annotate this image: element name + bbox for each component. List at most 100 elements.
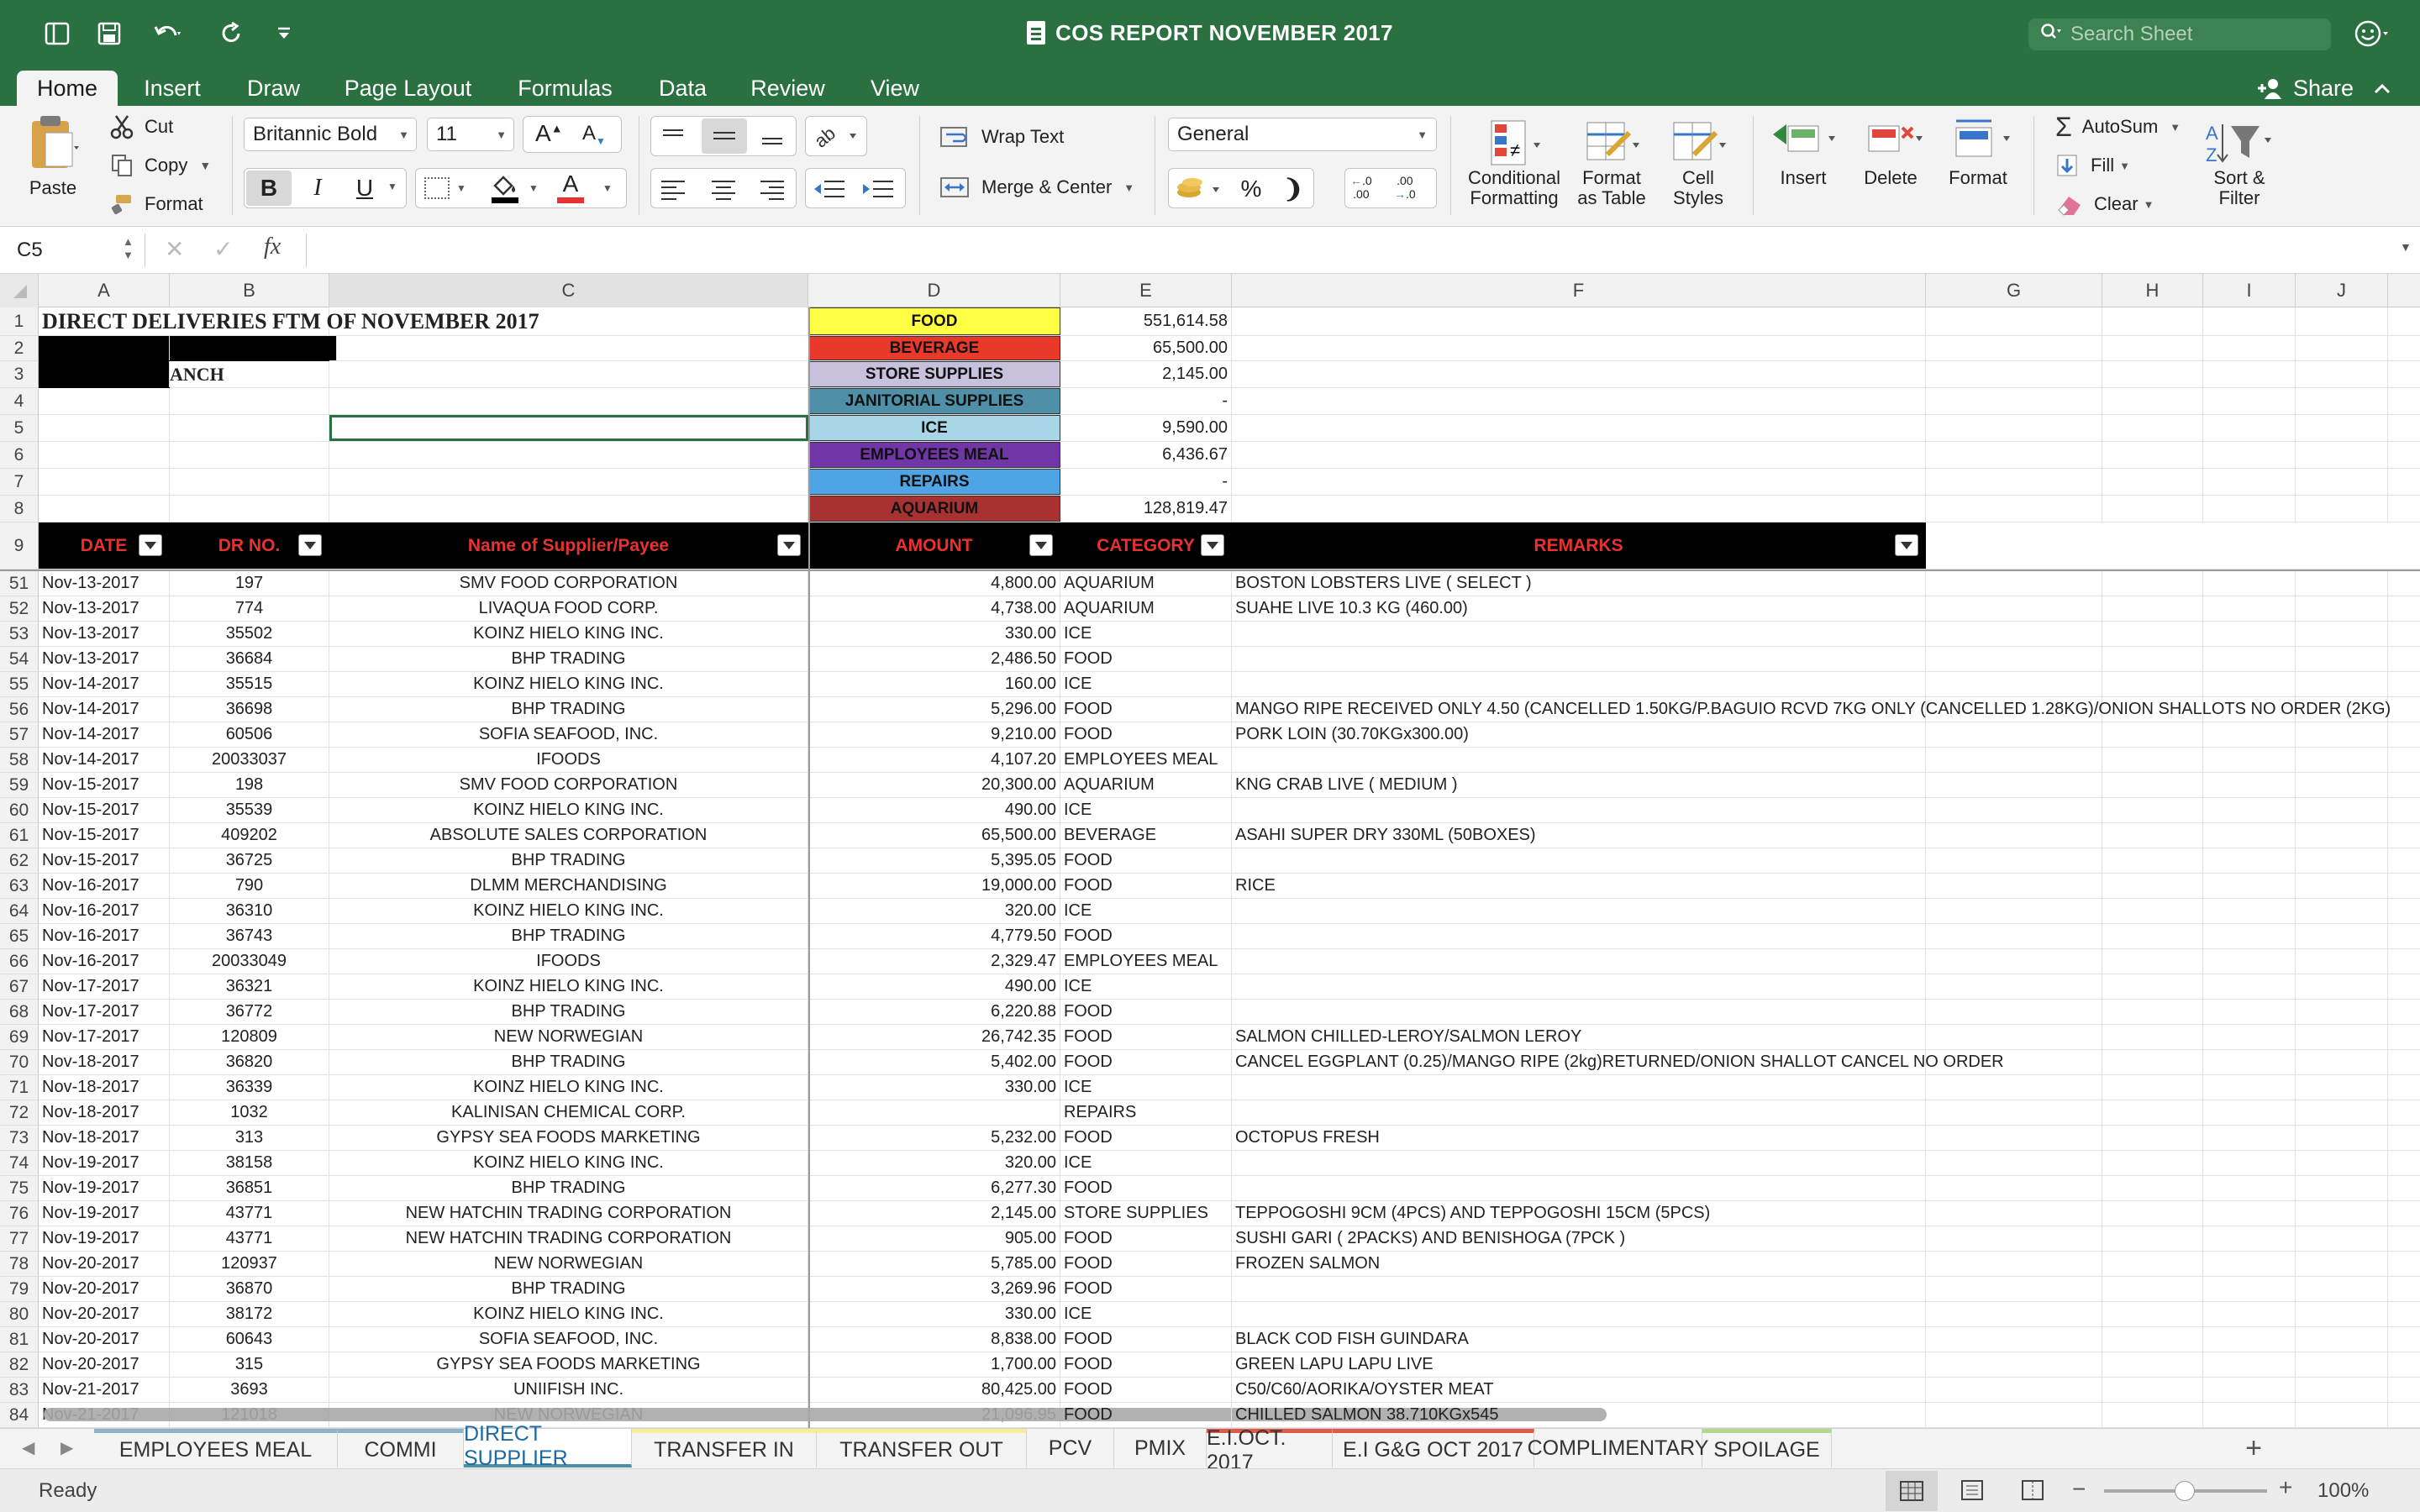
category-cell[interactable]: FOOD xyxy=(1060,1277,1232,1301)
supplier-cell[interactable]: KOINZ HIELO KING INC. xyxy=(329,672,808,696)
date-cell[interactable]: Nov-19-2017 xyxy=(39,1151,170,1175)
amount-cell[interactable]: 6,277.30 xyxy=(808,1176,1060,1200)
date-cell[interactable]: Nov-15-2017 xyxy=(39,798,170,822)
remarks-cell[interactable]: RICE xyxy=(1232,874,1926,898)
cell[interactable] xyxy=(2296,722,2388,747)
remarks-cell[interactable] xyxy=(1232,1151,1926,1175)
cell[interactable] xyxy=(1232,415,1926,441)
cell[interactable] xyxy=(2203,1075,2296,1100)
remarks-cell[interactable]: SALMON CHILLED-LEROY/SALMON LEROY xyxy=(1232,1025,1926,1049)
cell[interactable] xyxy=(2203,823,2296,848)
tab-home[interactable]: Home xyxy=(17,71,118,106)
cell[interactable] xyxy=(2203,469,2296,495)
category-cell[interactable]: ICE xyxy=(1060,672,1232,696)
cell[interactable] xyxy=(2203,1050,2296,1074)
cell[interactable] xyxy=(2296,924,2388,948)
row-header[interactable]: 79 xyxy=(0,1277,39,1302)
cell[interactable] xyxy=(2296,1327,2388,1352)
cell[interactable] xyxy=(2102,672,2203,696)
amount-cell[interactable]: 19,000.00 xyxy=(808,874,1060,898)
align-middle-icon[interactable] xyxy=(702,118,747,154)
cell[interactable] xyxy=(170,496,329,522)
category-label[interactable]: FOOD xyxy=(808,307,1060,335)
cell[interactable] xyxy=(2102,469,2203,495)
cell[interactable] xyxy=(2388,1226,2420,1251)
cell[interactable] xyxy=(2203,388,2296,414)
borders-icon[interactable] xyxy=(424,177,450,199)
cell[interactable] xyxy=(1926,748,2102,772)
row-header[interactable]: 84 xyxy=(0,1403,39,1428)
cell[interactable] xyxy=(2102,1151,2203,1175)
row-header[interactable]: 60 xyxy=(0,798,39,823)
amount-cell[interactable]: 5,402.00 xyxy=(808,1050,1060,1074)
cell[interactable] xyxy=(170,415,329,441)
row-header[interactable]: 66 xyxy=(0,949,39,974)
cell[interactable] xyxy=(2388,1252,2420,1276)
sheet-tab[interactable]: E.I G&G OCT 2017 xyxy=(1333,1429,1534,1467)
category-cell[interactable]: AQUARIUM xyxy=(1060,773,1232,797)
amount-cell[interactable]: 5,232.00 xyxy=(808,1126,1060,1150)
category-cell[interactable]: ICE xyxy=(1060,1151,1232,1175)
formula-input[interactable] xyxy=(316,234,2383,267)
column-header-g[interactable]: G xyxy=(1926,274,2102,307)
tab-formulas[interactable]: Formulas xyxy=(504,71,626,106)
remarks-cell[interactable] xyxy=(1232,647,1926,671)
sheet-tab[interactable]: COMPLIMENTARY xyxy=(1528,1429,1708,1467)
cell[interactable] xyxy=(2388,1100,2420,1125)
category-total[interactable]: 65,500.00 xyxy=(1060,336,1232,360)
remarks-cell[interactable]: ASAHI SUPER DRY 330ML (50BOXES) xyxy=(1232,823,1926,848)
cell[interactable] xyxy=(2102,1302,2203,1326)
cell[interactable] xyxy=(2102,596,2203,621)
selected-cell-c5[interactable] xyxy=(329,415,808,441)
amount-cell[interactable]: 320.00 xyxy=(808,1151,1060,1175)
cell[interactable] xyxy=(2102,1378,2203,1402)
dr-number-cell[interactable]: 38172 xyxy=(170,1302,329,1326)
cell[interactable] xyxy=(329,496,808,522)
dr-number-cell[interactable]: 36339 xyxy=(170,1075,329,1100)
cancel-entry-icon[interactable]: ✕ xyxy=(165,235,184,263)
format-painter-button[interactable]: Format xyxy=(109,192,203,217)
column-header-cell[interactable]: REMARKS xyxy=(1232,522,1926,569)
cell[interactable] xyxy=(2102,773,2203,797)
italic-button[interactable]: I xyxy=(295,171,340,206)
date-cell[interactable]: Nov-13-2017 xyxy=(39,596,170,621)
column-header-h[interactable]: H xyxy=(2102,274,2203,307)
cell[interactable] xyxy=(2102,1176,2203,1200)
column-header-f[interactable]: F xyxy=(1232,274,1926,307)
cell[interactable] xyxy=(39,415,170,441)
cut-button[interactable]: Cut xyxy=(109,114,173,139)
collapse-ribbon-icon[interactable] xyxy=(2372,81,2392,96)
date-cell[interactable]: Nov-20-2017 xyxy=(39,1302,170,1326)
date-cell[interactable]: Nov-14-2017 xyxy=(39,697,170,722)
cell[interactable] xyxy=(2203,1176,2296,1200)
cell[interactable] xyxy=(329,336,337,360)
page-layout-view-icon[interactable] xyxy=(1960,1479,1985,1505)
supplier-cell[interactable]: KOINZ HIELO KING INC. xyxy=(329,899,808,923)
insert-function-button[interactable]: fx xyxy=(264,234,281,260)
supplier-cell[interactable]: NEW HATCHIN TRADING CORPORATION xyxy=(329,1201,808,1226)
cell[interactable] xyxy=(2203,415,2296,441)
cell[interactable] xyxy=(2388,442,2420,468)
cell[interactable] xyxy=(2388,773,2420,797)
row-header[interactable]: 77 xyxy=(0,1226,39,1252)
cell[interactable] xyxy=(2388,1075,2420,1100)
category-cell[interactable]: EMPLOYEES MEAL xyxy=(1060,748,1232,772)
cell[interactable] xyxy=(39,442,170,468)
format-cells-button[interactable]: Format xyxy=(1934,118,2022,188)
remarks-cell[interactable]: C50/C60/AORIKA/OYSTER MEAT xyxy=(1232,1378,1926,1402)
cell[interactable] xyxy=(2102,798,2203,822)
cell[interactable] xyxy=(2102,622,2203,646)
amount-cell[interactable]: 80,425.00 xyxy=(808,1378,1060,1402)
dr-number-cell[interactable]: 43771 xyxy=(170,1201,329,1226)
amount-cell[interactable]: 5,785.00 xyxy=(808,1252,1060,1276)
supplier-cell[interactable]: BHP TRADING xyxy=(329,848,808,873)
cell[interactable] xyxy=(2388,697,2420,722)
cell[interactable] xyxy=(2102,1277,2203,1301)
row-header[interactable]: 57 xyxy=(0,722,39,748)
cell[interactable] xyxy=(2296,1302,2388,1326)
bold-button[interactable]: B xyxy=(246,171,292,206)
cell[interactable] xyxy=(2388,571,2420,596)
cell[interactable] xyxy=(2388,974,2420,999)
row-header[interactable]: 6 xyxy=(0,442,39,469)
category-label[interactable]: EMPLOYEES MEAL xyxy=(808,442,1060,468)
